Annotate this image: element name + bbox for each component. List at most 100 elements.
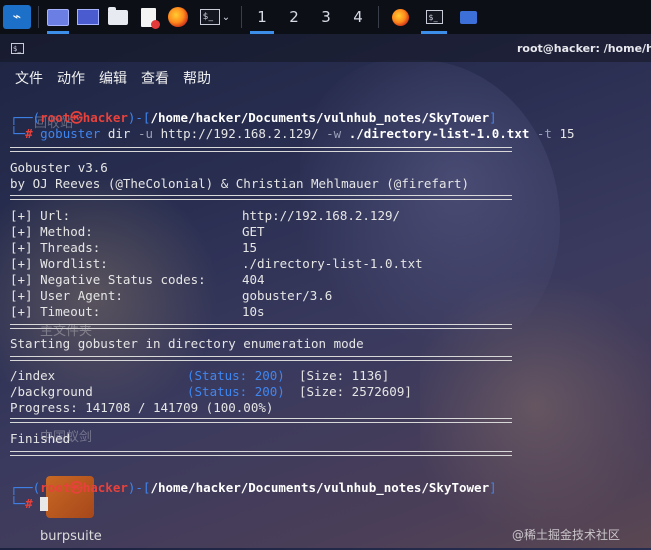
prompt-line: ┌──(root㉿hacker)-[/home/hacker/Documents… (10, 110, 497, 125)
menu-bar: 文件 动作 编辑 查看 帮助 (0, 62, 651, 94)
terminal-output-config[interactable]: [+] Url: http://192.168.2.129/ [+] Method… (0, 208, 651, 320)
desktop-icon (47, 8, 69, 26)
result-size: [Size: 1136] (299, 368, 390, 383)
text-cursor (40, 497, 49, 511)
config-key: [+] Threads: (10, 240, 101, 255)
command-line: └─# gobuster dir -u http://192.168.2.129… (10, 126, 575, 141)
screen-button[interactable] (73, 0, 103, 34)
result-status: (Status: 200) (187, 384, 285, 399)
prompt-path: /home/hacker/Documents/vulnhub_notes/Sky… (150, 110, 490, 125)
taskbar-separator (241, 6, 242, 28)
menu-action[interactable]: 动作 (50, 68, 92, 88)
result-size: [Size: 2572609] (299, 384, 412, 399)
config-key: [+] Wordlist: (10, 256, 108, 271)
cmd-wordlist: ./directory-list-1.0.txt (348, 126, 530, 141)
terminal-launcher-button[interactable]: $_ ⌄ (193, 0, 237, 34)
menu-edit[interactable]: 编辑 (92, 68, 134, 88)
menu-help[interactable]: 帮助 (176, 68, 218, 88)
divider (10, 356, 512, 361)
config-key: [+] Negative Status codes: (10, 272, 206, 287)
watermark: @稀土掘金技术社区 (512, 528, 621, 542)
result-row: /background (Status: 200) [Size: 2572609] (0, 384, 651, 400)
command-line[interactable]: └─# (0, 496, 651, 512)
folder-icon (459, 10, 477, 24)
folder-icon (108, 6, 128, 25)
cmd-sub: dir (107, 126, 131, 141)
workspace-3[interactable]: 3 (310, 0, 342, 34)
config-value: 10s (242, 304, 265, 319)
config-row: [+] Method: GET (0, 224, 651, 240)
cmd-flag-w: -w (326, 126, 342, 141)
prompt-path: /home/hacker/Documents/vulnhub_notes/Sky… (150, 480, 490, 495)
result-row: /index (Status: 200) [Size: 1136] (0, 368, 651, 384)
config-key: [+] Timeout: (10, 304, 101, 319)
status-line: Starting gobuster in directory enumerati… (10, 336, 364, 351)
divider (10, 195, 512, 200)
file-manager-button[interactable] (103, 0, 133, 34)
chevron-down-icon: ⌄ (221, 11, 231, 23)
progress-line: Progress: 141708 / 141709 (100.00%) (10, 400, 274, 415)
monitor-icon (77, 9, 99, 25)
taskbar: ⌁ $_ ⌄ 1 2 3 4 $_ (0, 0, 651, 34)
divider (10, 324, 512, 329)
config-row: [+] User Agent: gobuster/3.6 (0, 288, 651, 304)
divider (10, 451, 512, 456)
cmd-url: http://192.168.2.129/ (160, 126, 319, 141)
terminal-output-results[interactable]: /index (Status: 200) [Size: 1136] /backgro… (0, 368, 651, 416)
cmd-threads: 15 (559, 126, 575, 141)
kali-dragon-icon: ⌁ (3, 5, 31, 29)
cmd-flag-u: -u (137, 126, 154, 141)
banner-line: Gobuster v3.6 (10, 160, 108, 175)
terminal-output-finished[interactable]: Finished (0, 431, 651, 447)
config-row: [+] Negative Status codes: 404 (0, 272, 651, 288)
terminal-prompt-current[interactable]: ┌──(root㉿hacker)-[/home/hacker/Documents… (0, 480, 651, 512)
result-path: /index (10, 368, 56, 383)
workspace-4[interactable]: 4 (342, 0, 374, 34)
config-row: [+] Threads: 15 (0, 240, 651, 256)
config-value: ./directory-list-1.0.txt (242, 256, 423, 271)
task-file-manager[interactable] (451, 0, 485, 34)
prompt-user-host: root㉿hacker (40, 110, 128, 125)
menu-view[interactable]: 查看 (134, 68, 176, 88)
task-firefox[interactable] (383, 0, 417, 34)
prompt-symbol: # (25, 496, 33, 511)
taskbar-separator (378, 6, 379, 28)
config-value: 404 (242, 272, 265, 287)
config-row: [+] Url: http://192.168.2.129/ (0, 208, 651, 224)
prompt-user-host: root㉿hacker (40, 480, 128, 495)
terminal-icon: $_ (425, 10, 443, 24)
terminal-output-starting[interactable]: Starting gobuster in directory enumerati… (0, 336, 651, 352)
config-value: http://192.168.2.129/ (242, 208, 401, 223)
config-key: [+] Url: (10, 208, 71, 223)
workspace-1[interactable]: 1 (246, 0, 278, 34)
config-key: [+] Method: (10, 224, 93, 239)
finished-line: Finished (10, 431, 71, 446)
prompt-line: ┌──(root㉿hacker)-[/home/hacker/Documents… (10, 480, 497, 495)
window-titlebar[interactable]: $_ root@hacker: /home/har (0, 34, 651, 62)
kali-menu-button[interactable]: ⌁ (0, 0, 34, 34)
terminal-output[interactable]: ┌──(root㉿hacker)-[/home/hacker/Documents… (0, 110, 651, 142)
cmd-flag-t: -t (536, 126, 552, 141)
task-terminal[interactable]: $_ (417, 0, 451, 34)
window-title: root@hacker: /home/har (517, 42, 651, 55)
prompt-symbol: # (25, 126, 33, 141)
cmd-name: gobuster (40, 126, 101, 141)
show-desktop-button[interactable] (43, 0, 73, 34)
firefox-launcher-button[interactable] (163, 0, 193, 34)
config-row: [+] Timeout: 10s (0, 304, 651, 320)
text-editor-button[interactable] (133, 0, 163, 34)
result-status: (Status: 200) (187, 368, 285, 383)
firefox-icon (391, 8, 409, 26)
burpsuite-label[interactable]: burpsuite (40, 529, 102, 544)
workspace-2[interactable]: 2 (278, 0, 310, 34)
config-key: [+] User Agent: (10, 288, 123, 303)
menu-file[interactable]: 文件 (0, 68, 50, 88)
config-value: 15 (242, 240, 258, 255)
terminal-icon: $_ (11, 43, 24, 54)
terminal-output-banner[interactable]: Gobuster v3.6 by OJ Reeves (@TheColonial… (0, 160, 651, 192)
divider (10, 147, 512, 152)
firefox-icon (168, 7, 188, 27)
document-icon (140, 7, 160, 29)
config-value: GET (242, 224, 265, 239)
config-row: [+] Wordlist: ./directory-list-1.0.txt (0, 256, 651, 272)
